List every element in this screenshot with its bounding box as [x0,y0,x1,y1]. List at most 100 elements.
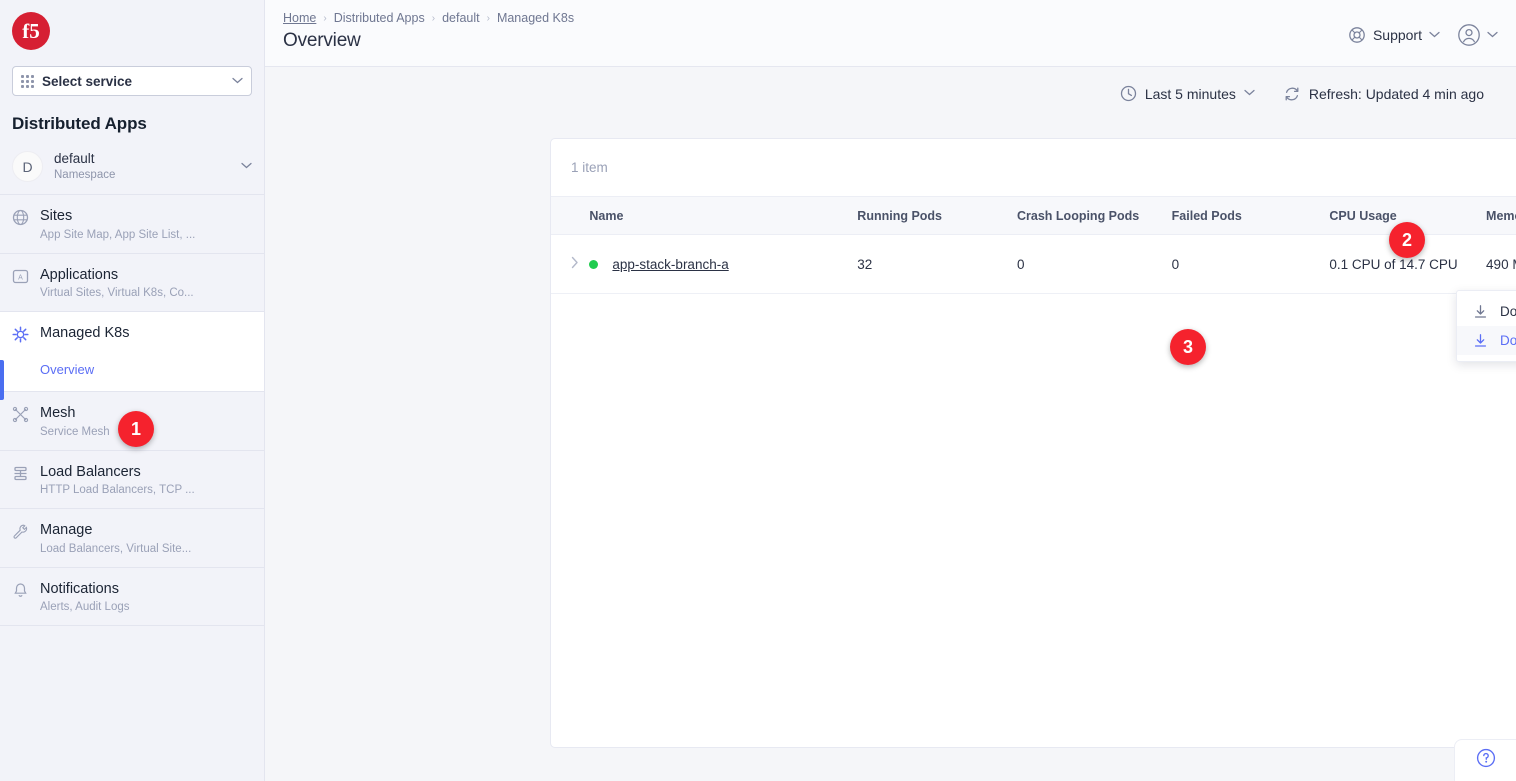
main-content: Home › Distributed Apps › default › Mana… [265,0,1516,781]
item-count-label: 1 item [571,160,608,175]
download-icon [1473,304,1488,319]
help-button[interactable] [1454,739,1516,781]
sidebar-item-subtitle: Load Balancers, Virtual Site... [40,542,192,555]
row-expand-cell[interactable] [551,235,589,294]
sidebar-item-label: Load Balancers [40,463,141,480]
row-running-pods: 32 [857,256,873,272]
row-failed-pods: 0 [1171,256,1180,272]
column-memory-usage[interactable]: Memory Usage [1486,197,1516,235]
column-running-pods[interactable]: Running Pods [857,197,1017,235]
table-body: app-stack-branch-a 32 0 0 0.1 CPU of 14.… [551,235,1516,294]
breadcrumb-separator-icon: › [323,12,327,24]
sidebar-item-subtitle: Alerts, Audit Logs [40,601,130,614]
column-expand [551,197,589,235]
sidebar-item-sites[interactable]: Sites App Site Map, App Site List, ... [0,195,264,254]
breadcrumb-separator-icon: › [431,12,436,24]
app-icon: A [12,266,30,300]
menu-item-label: Download Global Kubeconfig [1500,333,1516,348]
sidebar-item-label: Manage [40,522,93,539]
menu-item-download-global-kubeconfig[interactable]: Download Global Kubeconfig [1457,326,1516,355]
namespace-name: default [54,151,95,166]
managed-k8s-table: Name Running Pods Crash Looping Pods Fai… [551,196,1516,294]
namespace-text: default Namespace [54,151,230,182]
breadcrumb-separator-icon: › [486,12,490,24]
app-root: f5 Select service Distributed Apps D def… [0,0,1516,781]
sidebar-item-label: Sites [40,208,73,225]
support-button[interactable]: Support [1348,26,1440,44]
support-label: Support [1372,27,1422,43]
breadcrumb-home[interactable]: Home [283,11,316,25]
refresh-label: Refresh: Updated 4 min ago [1308,85,1484,102]
sidebar-item-notifications[interactable]: Notifications Alerts, Audit Logs [0,568,264,627]
sidebar-item-body: Managed K8s Overview [40,324,252,379]
question-circle-icon [1476,748,1496,773]
sidebar-item-overview-link[interactable]: Overview [40,362,94,377]
table-header: Name Running Pods Crash Looping Pods Fai… [551,196,1516,235]
chevron-down-icon [241,161,252,172]
breadcrumb: Home › Distributed Apps › default › Mana… [283,11,1348,25]
column-failed-pods[interactable]: Failed Pods [1172,197,1330,235]
breadcrumb-distributed-apps[interactable]: Distributed Apps [334,11,425,25]
row-memory-usage: 490 MB of 3.6 GB [1486,256,1516,272]
namespace-selector[interactable]: D default Namespace [0,144,264,196]
breadcrumb-managed-k8s[interactable]: Managed K8s [497,11,574,25]
page-title: Overview [283,30,361,51]
time-range-selector[interactable]: Last 5 minutes [1120,85,1255,102]
row-crash-looping-pods: 0 [1017,256,1025,272]
annotation-badge-3: 3 [1170,329,1206,365]
service-selector[interactable]: Select service [12,66,252,96]
table-card-header: 1 item Search [551,139,1516,196]
clock-icon [1120,85,1137,102]
lifebuoy-icon [1348,26,1366,44]
header-right: Support [1348,11,1498,47]
svg-text:A: A [18,274,23,281]
breadcrumb-default[interactable]: default [442,11,480,25]
refresh-button[interactable]: Refresh: Updated 4 min ago [1283,85,1484,103]
sidebar-item-manage[interactable]: Manage Load Balancers, Virtual Site... [0,509,264,568]
sidebar-item-body: Sites App Site Map, App Site List, ... [40,207,252,241]
table-row[interactable]: app-stack-branch-a 32 0 0 0.1 CPU of 14.… [551,235,1516,294]
globe-icon [12,207,30,241]
sidebar-item-label: Applications [40,266,119,283]
service-selector-label: Select service [42,73,133,89]
grid-icon [21,74,34,88]
kubernetes-icon [12,324,30,379]
account-menu-button[interactable] [1457,23,1498,47]
top-header: Home › Distributed Apps › default › Mana… [265,0,1516,67]
annotation-badge-1: 1 [118,411,154,447]
f5-logo-icon[interactable]: f5 [12,12,50,50]
chevron-right-icon[interactable] [571,256,579,272]
bell-icon [12,580,30,614]
logo-container: f5 [0,0,264,62]
row-name-cell: app-stack-branch-a [589,235,857,294]
time-range-label: Last 5 minutes [1144,85,1236,102]
chevron-down-icon [1487,30,1498,41]
chevron-down-icon [1429,30,1440,41]
user-circle-icon [1457,23,1481,47]
column-crash-looping-pods[interactable]: Crash Looping Pods [1017,197,1172,235]
status-dot-icon [589,259,599,269]
load-balancer-icon [12,463,30,497]
download-icon [1473,333,1488,348]
annotation-badge-2: 2 [1389,222,1425,258]
table-header-row: Name Running Pods Crash Looping Pods Fai… [551,196,1516,235]
cluster-name-link[interactable]: app-stack-branch-a [612,257,728,272]
header-left: Home › Distributed Apps › default › Mana… [283,11,1348,52]
sidebar-item-managed-k8s[interactable]: Managed K8s Overview [0,312,264,401]
sidebar-item-subtitle: App Site Map, App Site List, ... [40,228,196,241]
menu-item-label: Download Local Kubeconfig [1500,304,1516,319]
name-cell-inner: app-stack-branch-a [589,257,857,272]
namespace-subtitle: Namespace [54,168,116,181]
sidebar-item-subtitle: HTTP Load Balancers, TCP ... [40,484,195,497]
sidebar: f5 Select service Distributed Apps D def… [0,0,265,781]
sidebar-item-applications[interactable]: A Applications Virtual Sites, Virtual K8… [0,254,264,313]
column-name[interactable]: Name [589,197,857,235]
row-actions-menu: Download Local Kubeconfig Download Globa… [1456,290,1516,362]
refresh-icon [1283,85,1301,103]
sidebar-item-load-balancers[interactable]: Load Balancers HTTP Load Balancers, TCP … [0,451,264,510]
menu-item-download-local-kubeconfig[interactable]: Download Local Kubeconfig [1457,297,1516,326]
sidebar-item-body: Load Balancers HTTP Load Balancers, TCP … [40,463,252,497]
managed-k8s-table-card: 1 item Search Name Running Pods [550,138,1516,748]
mesh-icon [12,404,30,438]
sidebar-item-body: Manage Load Balancers, Virtual Site... [40,521,252,555]
